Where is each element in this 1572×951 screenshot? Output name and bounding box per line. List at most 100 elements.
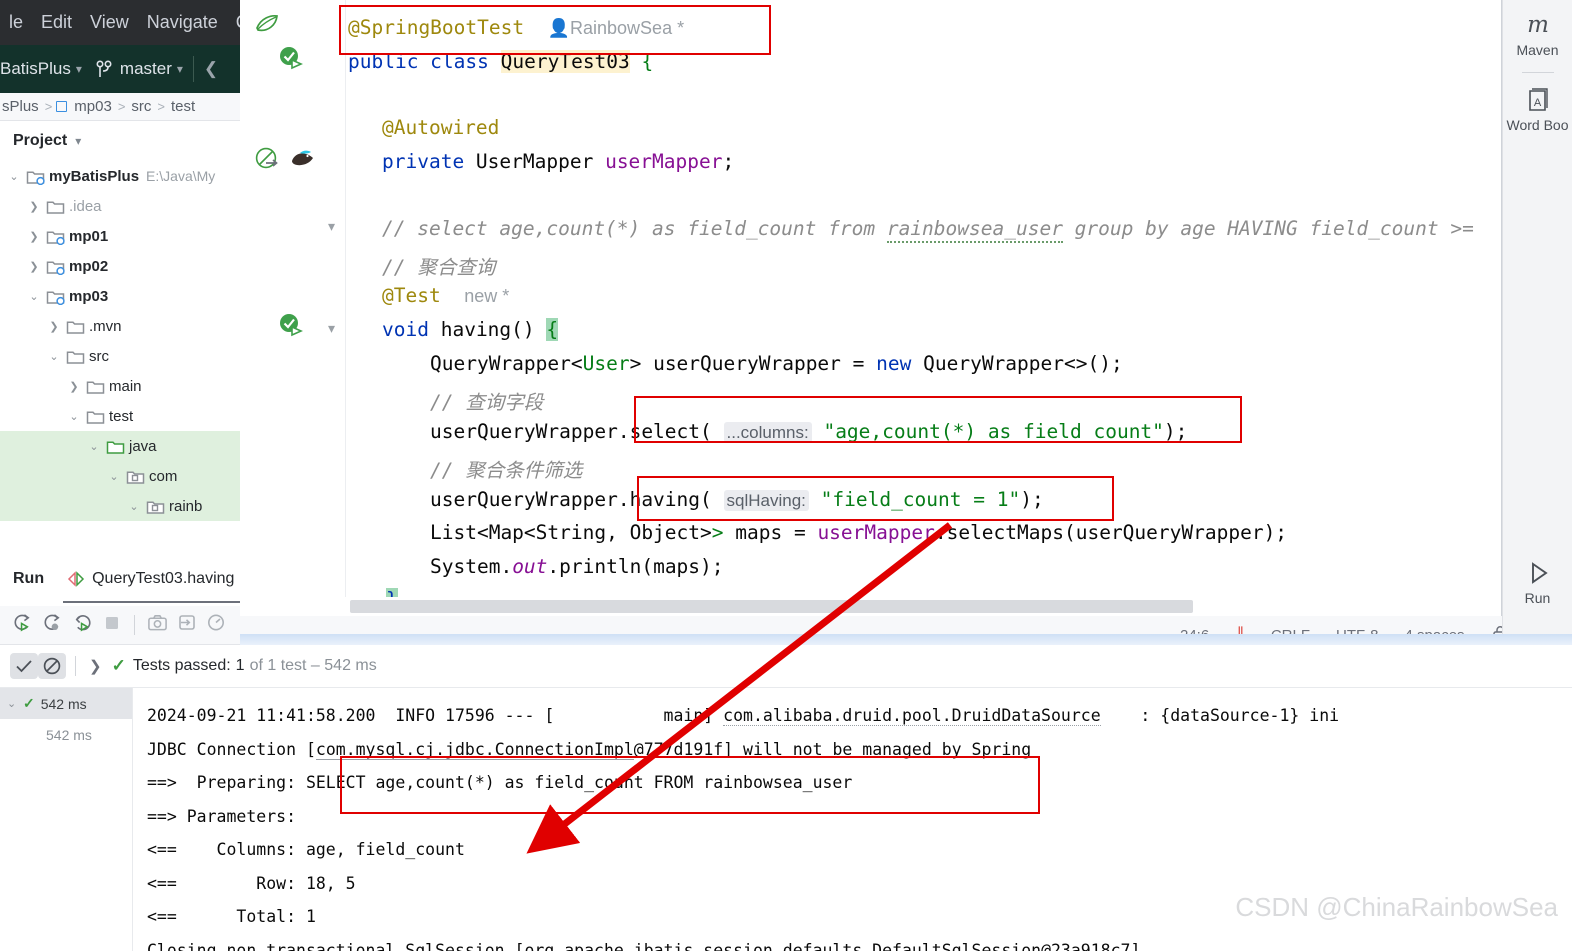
back-arrow-icon[interactable]: ❮ xyxy=(204,59,218,79)
breadcrumb-separator: > xyxy=(117,99,126,114)
test-status-bar: ❯ ✓ Tests passed: 1 of 1 test – 542 ms xyxy=(0,645,1572,688)
tree-item-main[interactable]: ❯ main xyxy=(0,371,240,401)
menu-item-view[interactable]: View xyxy=(81,12,138,33)
chevron-down-icon[interactable]: ▾ xyxy=(75,134,81,148)
breadcrumb-item-0[interactable]: sPlus xyxy=(0,98,41,115)
test-run-icon xyxy=(66,571,86,587)
chevron-right-icon[interactable]: ❯ xyxy=(26,230,42,243)
sidebar-item-label: Word Boo xyxy=(1506,117,1569,133)
run-tab-label: QueryTest03.having xyxy=(92,570,235,587)
tree-item-java[interactable]: ⌄ java xyxy=(0,431,240,461)
breadcrumb-item-1[interactable]: mp03 xyxy=(72,98,114,115)
chevron-right-icon[interactable]: ❯ xyxy=(26,260,42,273)
tree-item-test[interactable]: ⌄ test xyxy=(0,401,240,431)
hide-ignored-icon[interactable] xyxy=(38,653,66,679)
code-line-field: private UserMapper userMapper; xyxy=(382,150,735,173)
tree-item-mybatisplus[interactable]: ⌄ myBatisPlus E:\Java\My xyxy=(0,161,240,191)
chevron-right-icon[interactable]: ❯ xyxy=(66,380,82,393)
profiler-icon[interactable] xyxy=(206,613,226,637)
chevron-down-icon[interactable]: ⌄ xyxy=(26,290,42,303)
code-line-comment-fields: // 查询字段 xyxy=(430,391,544,414)
code-editor[interactable]: ▾ ▾ @SpringBootTest 👤RainbowSea * public… xyxy=(240,0,1502,634)
console-line: JDBC Connection [com.mysql.cj.jdbc.Conne… xyxy=(147,739,1032,760)
right-tool-sidebar[interactable]: m Maven A Word Boo Run xyxy=(1502,0,1572,634)
tree-item-label: test xyxy=(109,407,134,425)
export-icon[interactable] xyxy=(177,613,197,637)
test-tree-row[interactable]: ⌄ ✓ 542 ms xyxy=(0,688,132,719)
branch-chevron-down-icon[interactable]: ▾ xyxy=(177,62,183,76)
tree-item-src[interactable]: ⌄ src xyxy=(0,341,240,371)
menu-item-navigate[interactable]: Navigate xyxy=(138,12,227,33)
module-folder-icon xyxy=(46,228,65,245)
menu-item-file[interactable]: le xyxy=(0,12,32,33)
test-tree-row[interactable]: 542 ms xyxy=(0,719,132,750)
module-folder-icon xyxy=(46,288,65,305)
branch-name[interactable]: master xyxy=(120,59,172,79)
branch-icon xyxy=(96,59,113,79)
code-line-class-decl: public class QueryTest03 { xyxy=(348,50,654,73)
breadcrumb-item-2[interactable]: src xyxy=(129,98,153,115)
rerun-icon[interactable] xyxy=(12,612,33,638)
folder-icon xyxy=(66,318,85,335)
menu-item-code[interactable]: Code xyxy=(227,12,240,33)
tree-item-com[interactable]: ⌄ com xyxy=(0,461,240,491)
tree-item-label: com xyxy=(149,467,178,485)
chevron-right-icon[interactable]: ❯ xyxy=(46,320,62,333)
project-tree[interactable]: ⌄ myBatisPlus E:\Java\My ❯ .idea ❯ mp01 ❯ mp02 ⌄ m… xyxy=(0,161,240,555)
sidebar-item-word-book[interactable]: A Word Boo xyxy=(1503,83,1572,133)
chevron-down-icon[interactable]: ⌄ xyxy=(46,350,62,363)
run-tab-querytest03-having[interactable]: QueryTest03.having xyxy=(66,570,234,588)
menu-item-edit[interactable]: Edit xyxy=(32,12,81,33)
tree-item-label: myBatisPlus xyxy=(49,167,140,185)
breadcrumb: sPlus > mp03 > src > test xyxy=(0,93,240,121)
panel-focus-highlight xyxy=(240,634,1572,645)
chevron-right-icon[interactable]: ❯ xyxy=(26,200,42,213)
checkmark-icon: ✓ xyxy=(23,695,35,711)
tree-item-idea[interactable]: ❯ .idea xyxy=(0,191,240,221)
chevron-down-icon[interactable]: ⌄ xyxy=(66,410,82,423)
chevron-down-icon[interactable]: ⌄ xyxy=(126,500,142,513)
sidebar-item-label: Maven xyxy=(1516,42,1559,58)
tree-item-mp01[interactable]: ❯ mp01 xyxy=(0,221,240,251)
rerun-auto-icon[interactable] xyxy=(72,612,93,638)
tree-item-mvn[interactable]: ❯ .mvn xyxy=(0,311,240,341)
horizontal-scrollbar[interactable] xyxy=(350,600,1193,613)
svg-text:m: m xyxy=(1527,12,1549,38)
test-duration-label: 542 ms xyxy=(46,726,92,743)
stop-icon[interactable] xyxy=(102,613,122,638)
tree-item-label: main xyxy=(109,377,142,395)
test-result-tree[interactable]: ⌄ ✓ 542 ms 542 ms xyxy=(0,688,133,951)
code-line-comment-sql: // select age,count(*) as field_count fr… xyxy=(382,217,1474,243)
code-line-test-annotation: @Test new * xyxy=(382,284,510,307)
source-folder-icon xyxy=(106,438,125,455)
screenshot-icon[interactable] xyxy=(147,613,168,637)
code-line-autowired: @Autowired xyxy=(382,116,500,139)
folder-icon xyxy=(86,408,105,425)
tree-item-label: .mvn xyxy=(89,317,122,335)
code-line-querywrapper-new: QueryWrapper<User> userQueryWrapper = ne… xyxy=(430,352,1123,375)
run-tab-underline xyxy=(63,601,240,603)
rerun-failed-icon[interactable] xyxy=(42,612,63,638)
chevron-down-icon[interactable]: ⌄ xyxy=(7,697,21,710)
chevron-right-icon[interactable]: ❯ xyxy=(89,657,102,675)
chevron-down-icon[interactable]: ▾ xyxy=(76,62,82,76)
tree-item-mp02[interactable]: ❯ mp02 xyxy=(0,251,240,281)
checkmark-filter-icon[interactable] xyxy=(10,653,38,679)
chevron-down-icon[interactable]: ⌄ xyxy=(6,170,22,183)
folder-icon xyxy=(86,378,105,395)
project-name-chip[interactable]: BatisPlus xyxy=(0,59,71,79)
tree-item-mp03[interactable]: ⌄ mp03 xyxy=(0,281,240,311)
sidebar-item-maven[interactable]: m Maven xyxy=(1503,8,1572,58)
tree-item-rainb[interactable]: ⌄ rainb xyxy=(0,491,240,521)
sidebar-item-run[interactable]: Run xyxy=(1503,556,1572,606)
divider xyxy=(192,56,194,82)
console-line: Closing non transactional SqlSession [or… xyxy=(133,934,1572,951)
breadcrumb-item-3[interactable]: test xyxy=(169,98,197,115)
chevron-down-icon[interactable]: ⌄ xyxy=(86,440,102,453)
chevron-down-icon[interactable]: ⌄ xyxy=(106,470,122,483)
maven-icon: m xyxy=(1521,8,1555,42)
menu-bar[interactable]: le Edit View Navigate Code xyxy=(0,0,240,45)
editor-code-area[interactable]: @SpringBootTest 👤RainbowSea * public cla… xyxy=(240,0,1501,611)
run-toolbar[interactable] xyxy=(0,606,240,645)
run-play-icon xyxy=(1523,556,1553,590)
